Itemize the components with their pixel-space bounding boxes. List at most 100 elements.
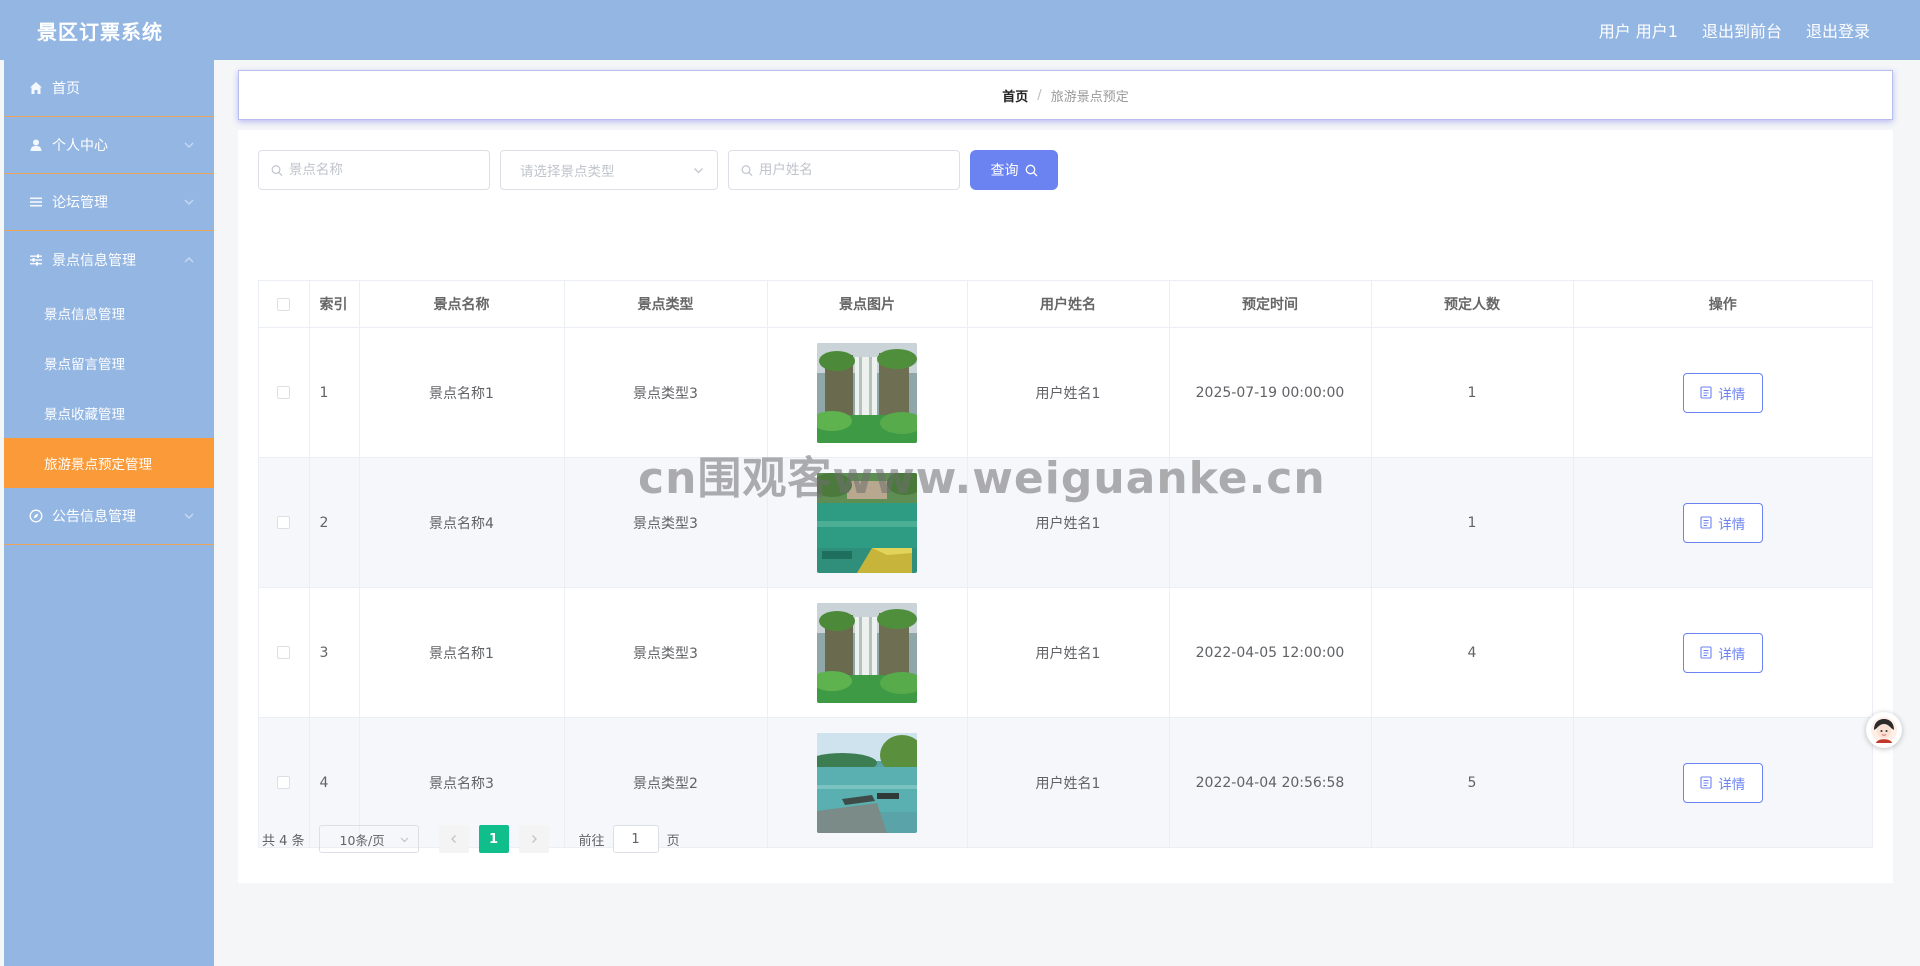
column-header: 预定人数 [1371,281,1574,328]
document-icon [1700,646,1712,659]
query-button-label: 查询 [990,163,1019,179]
query-button[interactable]: 查询 [970,150,1058,190]
scenic-name-cell: 景点名称1 [359,327,565,458]
actions-cell: 详情 [1573,587,1872,718]
row-checkbox[interactable] [277,776,291,789]
row-select-cell [259,587,310,718]
prev-page-button[interactable] [438,825,469,853]
column-header: 操作 [1573,281,1872,328]
goto-page-input[interactable] [612,825,659,853]
scenic-type-cell: 景点类型3 [564,587,768,718]
booking-table: 索引 景点名称 景点类型 景点图片 用户姓名 预定时间 预定人数 操作 1 景点… [258,280,1873,848]
breadcrumb-current: 旅游景点预定 [1050,89,1129,105]
actions-cell: 详情 [1573,457,1872,588]
search-icon [741,164,753,176]
row-select-cell [259,457,310,588]
row-index: 2 [309,457,360,588]
column-header: 预定时间 [1169,281,1372,328]
detail-button-label: 详情 [1718,646,1746,663]
sidebar-subitem-scenic-info[interactable]: 景点信息管理 [4,288,214,338]
sidebar-item-scenic-info[interactable]: 景点信息管理 [4,231,214,288]
pagination: 共 4 条 10条/页 1 前往 页 [262,825,680,853]
content-panel: 请选择景点类型 查询 索引 [238,130,1893,883]
breadcrumb-home[interactable]: 首页 [1002,86,1028,105]
sidebar-item-forum[interactable]: 论坛管理 [4,174,214,231]
document-icon [1700,776,1712,789]
page-number[interactable]: 1 [478,825,509,853]
booking-count-cell: 1 [1371,457,1574,588]
table-row: 1 景点名称1 景点类型3 用户姓名1 2025-07-19 00:00:00 … [259,327,1872,458]
sidebar-subitem-scenic-booking[interactable]: 旅游景点预定管理 [4,438,214,488]
scenic-name-input[interactable] [288,162,477,178]
scenic-name-search-box [258,150,490,190]
user-name-input[interactable] [758,162,947,178]
select-all-checkbox[interactable] [277,297,291,311]
search-bar: 请选择景点类型 查询 [258,150,1058,190]
goto-page: 前往 页 [579,825,680,853]
user-name-cell: 用户姓名1 [967,327,1170,458]
chevron-down-icon [694,168,703,174]
sliders-icon [28,252,44,268]
booking-time-cell: 2025-07-19 00:00:00 [1169,327,1372,458]
row-checkbox[interactable] [277,646,291,659]
booking-time-cell: 2022-04-04 20:56:58 [1169,717,1372,847]
next-page-button[interactable] [518,825,549,853]
detail-button[interactable]: 详情 [1682,632,1763,673]
scenic-image-cell [767,327,968,458]
user-name-cell: 用户姓名1 [967,457,1170,588]
column-header: 景点名称 [359,281,565,328]
page-size-value: 10条/页 [339,832,385,848]
avatar-icon [1871,717,1897,743]
sidebar-item-home[interactable]: 首页 [4,60,214,117]
detail-button-label: 详情 [1718,386,1746,403]
detail-button-label: 详情 [1718,776,1746,793]
detail-button[interactable]: 详情 [1682,372,1763,413]
booking-time-cell [1169,457,1372,588]
column-header: 景点类型 [564,281,768,328]
booking-count-cell: 5 [1371,717,1574,847]
home-icon [28,80,44,96]
exit-to-front-link[interactable]: 退出到前台 [1702,18,1782,42]
sidebar-item-label: 首页 [52,81,80,97]
scenic-type-select[interactable]: 请选择景点类型 [500,150,718,190]
scenic-image-cell [767,587,968,718]
detail-button[interactable]: 详情 [1682,502,1763,543]
document-icon [1700,516,1712,529]
assistant-avatar[interactable] [1866,712,1902,748]
goto-suffix: 页 [666,833,680,849]
detail-button[interactable]: 详情 [1682,762,1763,803]
logout-link[interactable]: 退出登录 [1806,18,1870,42]
sidebar-subitem-scenic-favorites[interactable]: 景点收藏管理 [4,388,214,438]
compass-icon [28,508,44,524]
actions-cell: 详情 [1573,327,1872,458]
user-name-cell: 用户姓名1 [967,587,1170,718]
sidebar: 首页 个人中心 论坛管理 景点信息管理 景点信息管理 景点留言管理 景点收藏管理… [4,60,214,966]
user-name-cell: 用户姓名1 [967,717,1170,847]
sidebar-item-label: 个人中心 [52,138,108,154]
row-checkbox[interactable] [277,516,291,529]
scenic-type-placeholder: 请选择景点类型 [520,164,615,180]
sidebar-item-personal-center[interactable]: 个人中心 [4,117,214,174]
main-content: 首页 / 旅游景点预定 请选择景点类型 查询 [214,60,1920,966]
sidebar-item-label: 公告信息管理 [52,509,136,525]
header-actions: 用户 用户1 退出到前台 退出登录 [1599,18,1870,42]
breadcrumb-separator: / [1037,87,1042,103]
lake-image [817,472,917,573]
chevron-left-icon [450,835,456,843]
row-checkbox[interactable] [277,386,291,399]
total-count: 共 4 条 [262,833,305,849]
chevron-down-icon [184,513,194,519]
current-user-label[interactable]: 用户 用户1 [1599,18,1678,42]
user-name-search-box [728,150,960,190]
chevron-right-icon [531,835,537,843]
sidebar-subitem-scenic-comments[interactable]: 景点留言管理 [4,338,214,388]
table-row: 2 景点名称4 景点类型3 用户姓名1 1 详情 [259,457,1872,588]
user-icon [28,137,44,153]
pier-image [817,732,917,833]
page-size-select[interactable]: 10条/页 [318,825,419,853]
search-icon [1025,164,1037,176]
detail-button-label: 详情 [1718,516,1746,533]
sidebar-item-announcements[interactable]: 公告信息管理 [4,488,214,545]
booking-time-cell: 2022-04-05 12:00:00 [1169,587,1372,718]
chevron-up-icon [184,256,194,262]
